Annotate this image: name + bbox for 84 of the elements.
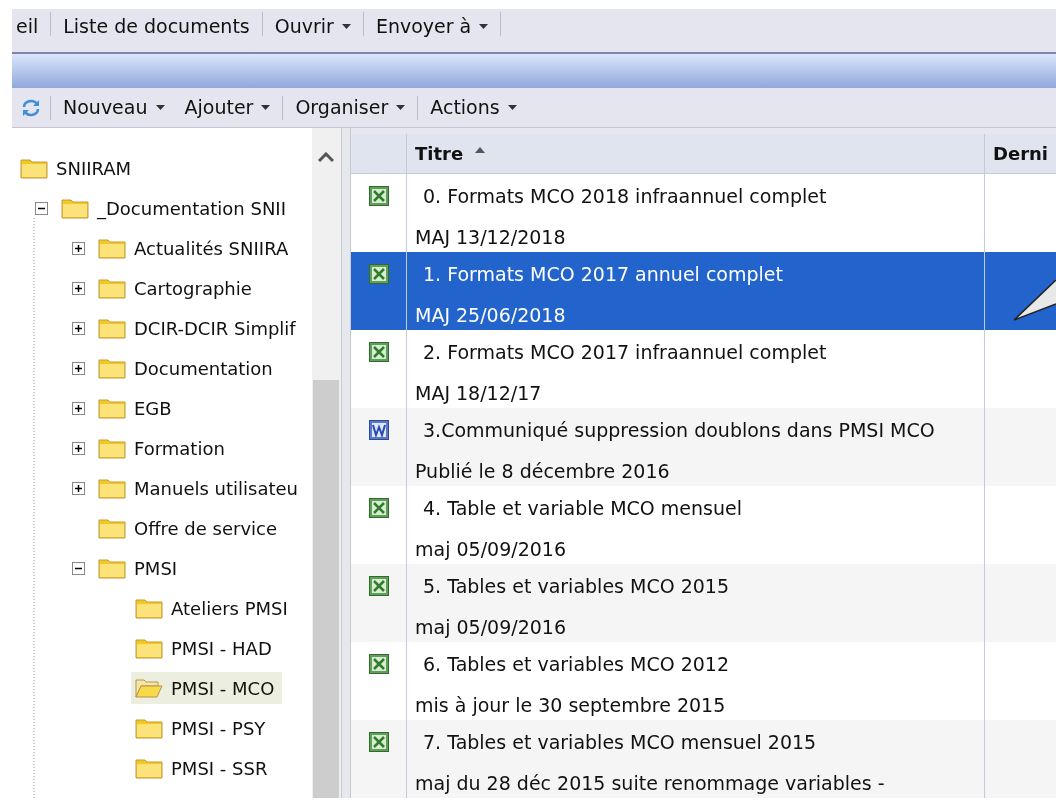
document-note: maj du 28 déc 2015 suite renommage variables - bbox=[415, 770, 886, 796]
tree-item[interactable]: SNIIRAM bbox=[16, 152, 140, 184]
document-title[interactable]: 6. Tables et variables MCO 2012 bbox=[415, 650, 984, 679]
table-row[interactable]: 5. Tables et variables MCO 2015 maj 05/09/2016 bbox=[351, 564, 1056, 642]
expand-icon[interactable] bbox=[72, 441, 85, 455]
spreadsheet-icon bbox=[368, 576, 389, 596]
tree-item[interactable]: Offre de service bbox=[94, 512, 286, 544]
folder-icon bbox=[98, 357, 126, 379]
table-row[interactable]: 1. Formats MCO 2017 annuel complet MAJ 25/06/2018 bbox=[351, 252, 1056, 330]
expand-icon[interactable] bbox=[72, 481, 85, 495]
menu-item[interactable]: Liste de documents bbox=[59, 12, 254, 41]
tree-item[interactable]: _Documentation SNII bbox=[57, 192, 294, 224]
scrollbar[interactable] bbox=[311, 128, 342, 798]
toolbar-button[interactable]: Organiser bbox=[291, 93, 410, 122]
column-header[interactable]: Derni bbox=[985, 134, 1056, 173]
document-note: maj 05/09/2016 bbox=[415, 614, 567, 640]
folder-icon bbox=[135, 757, 163, 779]
folder-icon bbox=[61, 197, 89, 219]
toolbar-button[interactable]: Ajouter bbox=[180, 93, 275, 122]
folder-icon bbox=[98, 557, 126, 579]
toolbar-button[interactable]: Nouveau bbox=[59, 93, 169, 122]
spreadsheet-icon bbox=[368, 654, 389, 674]
tree-item[interactable]: PMSI - PSY bbox=[131, 712, 274, 744]
folder-icon bbox=[98, 477, 126, 499]
folder-icon bbox=[98, 237, 126, 259]
document-note: maj 05/09/2016 bbox=[415, 536, 567, 562]
document-title[interactable]: 4. Table et variable MCO mensuel bbox=[415, 494, 984, 523]
document-title[interactable]: 2. Formats MCO 2017 infraannuel complet bbox=[415, 338, 984, 367]
refresh-icon[interactable] bbox=[20, 97, 42, 118]
expand-icon[interactable] bbox=[72, 281, 85, 295]
toolbar-button[interactable]: Actions bbox=[426, 93, 521, 122]
folder-icon bbox=[98, 437, 126, 459]
tree-item[interactable]: PMSI - HAD bbox=[131, 632, 280, 664]
tree-item[interactable]: Formation bbox=[94, 432, 233, 464]
folder-icon bbox=[135, 597, 163, 619]
tree-item[interactable]: Documentation bbox=[94, 352, 281, 384]
document-note: MAJ 13/12/2018 bbox=[415, 224, 567, 250]
spreadsheet-icon bbox=[368, 186, 389, 206]
document-title[interactable]: 5. Tables et variables MCO 2015 bbox=[415, 572, 984, 601]
scrollbar-thumb[interactable] bbox=[313, 379, 340, 798]
document-title[interactable]: 1. Formats MCO 2017 annuel complet bbox=[415, 260, 984, 289]
folder-icon bbox=[98, 517, 126, 539]
document-note: MAJ 18/12/17 bbox=[415, 380, 543, 406]
expand-icon[interactable] bbox=[72, 361, 85, 375]
column-header[interactable]: Titre bbox=[407, 134, 985, 173]
spreadsheet-icon bbox=[368, 264, 389, 284]
spreadsheet-icon bbox=[368, 498, 389, 518]
folder-icon bbox=[98, 277, 126, 299]
tree-item[interactable]: Cartographie bbox=[94, 272, 260, 304]
collapse-icon[interactable] bbox=[72, 561, 85, 575]
table-row[interactable]: 7. Tables et variables MCO mensuel 2015 maj du 28 déc 2015 suite renommage variables - bbox=[351, 720, 1056, 798]
expand-icon[interactable] bbox=[72, 401, 85, 415]
collapse-icon[interactable] bbox=[35, 201, 48, 215]
document-title[interactable]: 7. Tables et variables MCO mensuel 2015 bbox=[415, 728, 984, 757]
scroll-up-icon[interactable] bbox=[318, 152, 335, 162]
document-title[interactable]: 3.Communiqué suppression doublons dans PMSI MCO bbox=[415, 416, 984, 445]
document-title[interactable]: 0. Formats MCO 2018 infraannuel complet bbox=[415, 182, 984, 211]
folder-icon bbox=[98, 317, 126, 339]
menu-item[interactable]: Ouvrir bbox=[270, 12, 355, 41]
tree-item[interactable]: EGB bbox=[94, 392, 180, 424]
expand-icon[interactable] bbox=[72, 321, 85, 335]
table-row[interactable]: 3.Communiqué suppression doublons dans PMSI MCO Publié le 8 décembre 2016 bbox=[351, 408, 1056, 486]
folder-icon bbox=[20, 157, 48, 179]
spreadsheet-icon bbox=[368, 342, 389, 362]
callout-pointer bbox=[1012, 280, 1056, 322]
tree-item[interactable]: DCIR-DCIR Simplif bbox=[94, 312, 304, 344]
folder-icon bbox=[135, 637, 163, 659]
tree-item[interactable]: PMSI - MCO bbox=[131, 672, 283, 704]
tree-item[interactable]: Actualités SNIIRA bbox=[94, 232, 297, 264]
tree-item[interactable]: PMSI bbox=[94, 552, 186, 584]
folder-icon bbox=[135, 717, 163, 739]
expand-icon[interactable] bbox=[72, 241, 85, 255]
document-note: Publié le 8 décembre 2016 bbox=[415, 458, 671, 484]
document-note: MAJ 25/06/2018 bbox=[415, 302, 567, 328]
tree-item[interactable]: PMSI - SSR bbox=[131, 752, 276, 784]
menu-item[interactable]: Envoyer à bbox=[371, 12, 493, 41]
folder-icon bbox=[98, 397, 126, 419]
tree-item[interactable]: Manuels utilisateu bbox=[94, 472, 306, 504]
open-folder-icon bbox=[135, 677, 163, 699]
document-note: mis à jour le 30 septembre 2015 bbox=[415, 692, 727, 718]
spreadsheet-icon bbox=[368, 732, 389, 752]
document-icon bbox=[368, 420, 389, 440]
menu-item[interactable]: eil bbox=[12, 12, 43, 41]
tree-item[interactable]: Ateliers PMSI bbox=[131, 592, 296, 624]
